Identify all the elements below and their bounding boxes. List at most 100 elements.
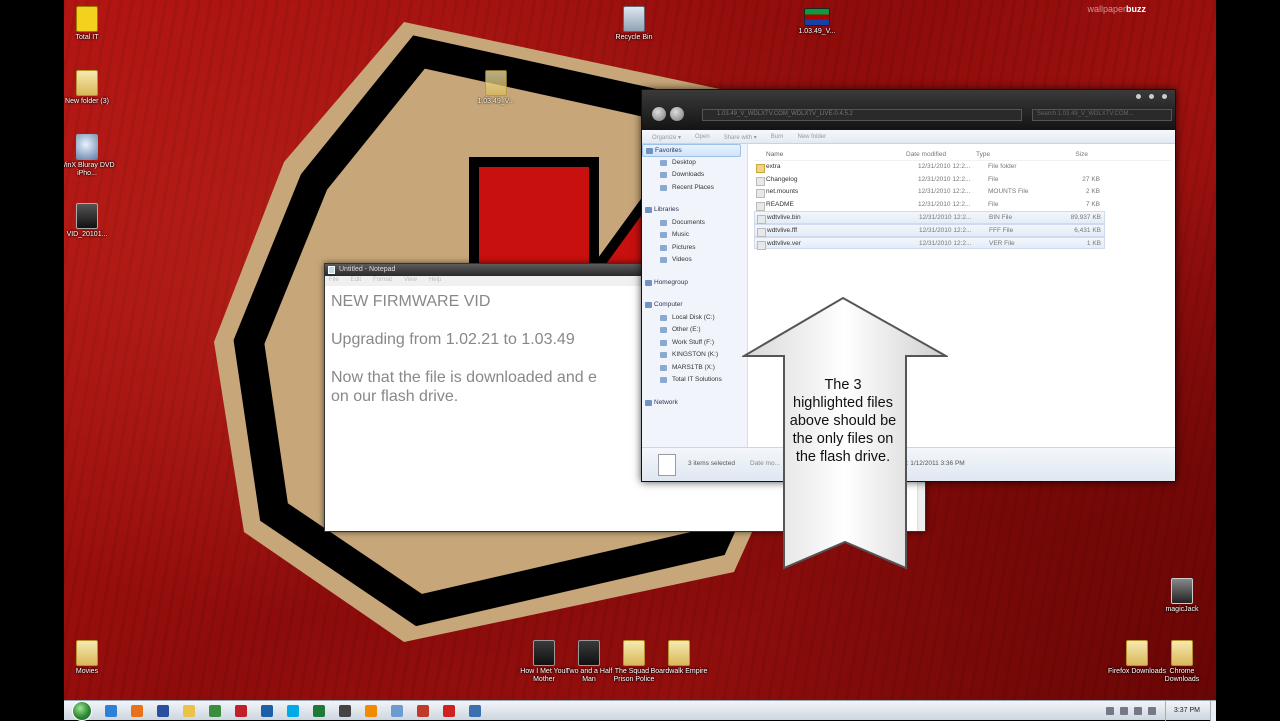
taskbar-pinned-icons: [98, 704, 488, 717]
recycle-bin-icon: [623, 6, 645, 32]
open-button[interactable]: Open: [695, 134, 710, 143]
app-icon[interactable]: [469, 704, 481, 717]
menu-edit[interactable]: Edit: [351, 277, 361, 286]
file-type: MOUNTS File: [988, 188, 1029, 196]
ie-icon[interactable]: [105, 704, 117, 717]
desktop-icon-vid[interactable]: VID_20101...: [64, 203, 117, 239]
tray-flag-icon[interactable]: [1105, 706, 1114, 715]
system-tray: 3:37 PM: [1103, 700, 1216, 721]
new-folder-button[interactable]: New folder: [797, 134, 826, 143]
desktop-icon-magicjack[interactable]: magicJack: [1152, 578, 1212, 614]
column-type[interactable]: Type: [976, 148, 1048, 160]
nav-item-homegroup[interactable]: Homegroup: [642, 277, 747, 290]
desktop-icon-new-folder[interactable]: New folder (3): [64, 70, 117, 106]
file-size: 27 KB: [1082, 175, 1100, 183]
file-date: 12/31/2010 12:2...: [918, 163, 971, 170]
tray-network-icon[interactable]: [1119, 706, 1128, 715]
nav-item-desktop[interactable]: Desktop: [642, 157, 747, 170]
magicjack-icon[interactable]: [339, 704, 351, 717]
file-date: 12/31/2010 12:2...: [918, 188, 971, 196]
tray-device-icon[interactable]: [1147, 706, 1156, 715]
nav-item-favorites[interactable]: Favorites: [642, 144, 741, 157]
chrome-icon[interactable]: [209, 704, 221, 717]
firefox-icon[interactable]: [131, 704, 143, 717]
file-date: 12/31/2010 12:2...: [919, 214, 972, 222]
desktop-icon-firmware-archive[interactable]: 1.03.49_V...: [787, 8, 847, 36]
file-row[interactable]: wdtvlive.ver 12/31/2010 12:2... VER File 1 …: [754, 236, 1105, 250]
explorer-titlebar[interactable]: 1.03.49_V_WDLXTV.COM_WDLXTV_LIVE-0.4.5.2…: [642, 90, 1175, 130]
excel-icon[interactable]: [313, 704, 325, 717]
folder-icon: [533, 640, 555, 666]
column-size[interactable]: Size: [1048, 148, 1088, 160]
folder-icon: [485, 70, 507, 96]
menu-format[interactable]: Format: [373, 277, 392, 286]
command-bar: Organize ▾ Open Share with ▾ Burn New fo…: [642, 130, 1175, 144]
organize-button[interactable]: Organize ▾: [652, 134, 681, 143]
letterbox-left: [0, 0, 64, 720]
tray-volume-icon[interactable]: [1133, 706, 1142, 715]
photoshop-icon[interactable]: [261, 704, 273, 717]
menu-view[interactable]: View: [404, 277, 417, 286]
nav-item-recent-places[interactable]: Recent Places: [642, 182, 747, 195]
nav-item-computer[interactable]: Computer: [642, 299, 747, 312]
column-name[interactable]: Name: [754, 148, 906, 160]
file-type: VER File: [989, 239, 1015, 247]
menu-file[interactable]: File: [329, 277, 339, 286]
nav-item-total-it-solutions[interactable]: Total IT Solutions: [642, 374, 747, 387]
nav-item-music[interactable]: Music: [642, 229, 747, 242]
file-row[interactable]: README 12/31/2010 12:2... File 7 KB: [754, 199, 1171, 212]
file-type: File folder: [988, 163, 1017, 170]
desktop-icon-firmware-folder[interactable]: 1.03.49_V...: [466, 70, 526, 106]
forward-icon[interactable]: [670, 107, 684, 121]
nav-item-mars1tb-x[interactable]: MARS1TB (X:): [642, 362, 747, 375]
burn-button[interactable]: Burn: [771, 134, 784, 143]
back-icon[interactable]: [652, 107, 666, 121]
desktop-icon-total-it[interactable]: Total IT: [64, 6, 117, 42]
butterfly-icon[interactable]: [417, 704, 429, 717]
file-row[interactable]: extra 12/31/2010 12:2... File folder: [754, 161, 1171, 174]
folder-icon[interactable]: [183, 704, 195, 717]
clock[interactable]: 3:37 PM: [1164, 700, 1210, 721]
nav-item-documents[interactable]: Documents: [642, 217, 747, 230]
desktop-icon-movies[interactable]: Movies: [64, 640, 117, 676]
nav-item-libraries[interactable]: Libraries: [642, 204, 747, 217]
nav-item-local-disk-c[interactable]: Local Disk (C:): [642, 312, 747, 325]
nav-item-network[interactable]: Network: [642, 397, 747, 410]
minimize-button[interactable]: [1136, 94, 1141, 99]
file-row[interactable]: wdtvlive.fff 12/31/2010 12:2... FFF File 6,…: [754, 223, 1105, 237]
nav-item-downloads[interactable]: Downloads: [642, 169, 747, 182]
x-icon[interactable]: [443, 704, 455, 717]
file-row[interactable]: Changelog 12/31/2010 12:2... File 27 KB: [754, 174, 1171, 187]
file-size: 2 KB: [1085, 188, 1100, 196]
skype-icon[interactable]: [287, 704, 299, 717]
folder-icon: [578, 640, 600, 666]
nav-item-kingston-k[interactable]: KINGSTON (K:): [642, 349, 747, 362]
desktop-icon-chrome-downloads[interactable]: Chrome Downloads: [1152, 640, 1212, 684]
maximize-button[interactable]: [1149, 94, 1154, 99]
folder-icon: [76, 70, 98, 96]
folder-icon: [1171, 640, 1193, 666]
media-icon[interactable]: [157, 704, 169, 717]
desktop-icon-recycle-bin[interactable]: Recycle Bin: [604, 6, 664, 42]
desktop-icon-boardwalk[interactable]: Boardwalk Empire: [649, 640, 709, 676]
file-row[interactable]: net.mounts 12/31/2010 12:2... MOUNTS File 2…: [754, 186, 1171, 199]
nav-item-other-e[interactable]: Other (E:): [642, 324, 747, 337]
column-date-modified[interactable]: Date modified: [906, 148, 976, 160]
file-row[interactable]: wdtvlive.bin 12/31/2010 12:2... BIN File 89…: [754, 211, 1105, 224]
close-button[interactable]: [1162, 94, 1167, 99]
start-button[interactable]: [72, 700, 92, 721]
show-desktop-button[interactable]: [1210, 700, 1216, 721]
desktop-icon-winx[interactable]: WinX Bluray DVD iPho...: [64, 134, 117, 178]
acrobat-icon[interactable]: [235, 704, 247, 717]
nav-item-videos[interactable]: Videos: [642, 254, 747, 267]
blocks-icon[interactable]: [391, 704, 403, 717]
nav-item-work-stuff-f[interactable]: Work Stuff (F:): [642, 337, 747, 350]
address-bar[interactable]: 1.03.49_V_WDLXTV.COM_WDLXTV_LIVE-0.4.5.2: [702, 109, 1022, 121]
vlc-icon[interactable]: [365, 704, 377, 717]
menu-help[interactable]: Help: [429, 277, 441, 286]
nav-item-pictures[interactable]: Pictures: [642, 242, 747, 255]
file-name: net.mounts: [766, 188, 799, 196]
search-input[interactable]: Search 1.03.49_V_WDLXTV.COM...: [1032, 109, 1172, 121]
share-with-button[interactable]: Share with ▾: [724, 134, 757, 143]
